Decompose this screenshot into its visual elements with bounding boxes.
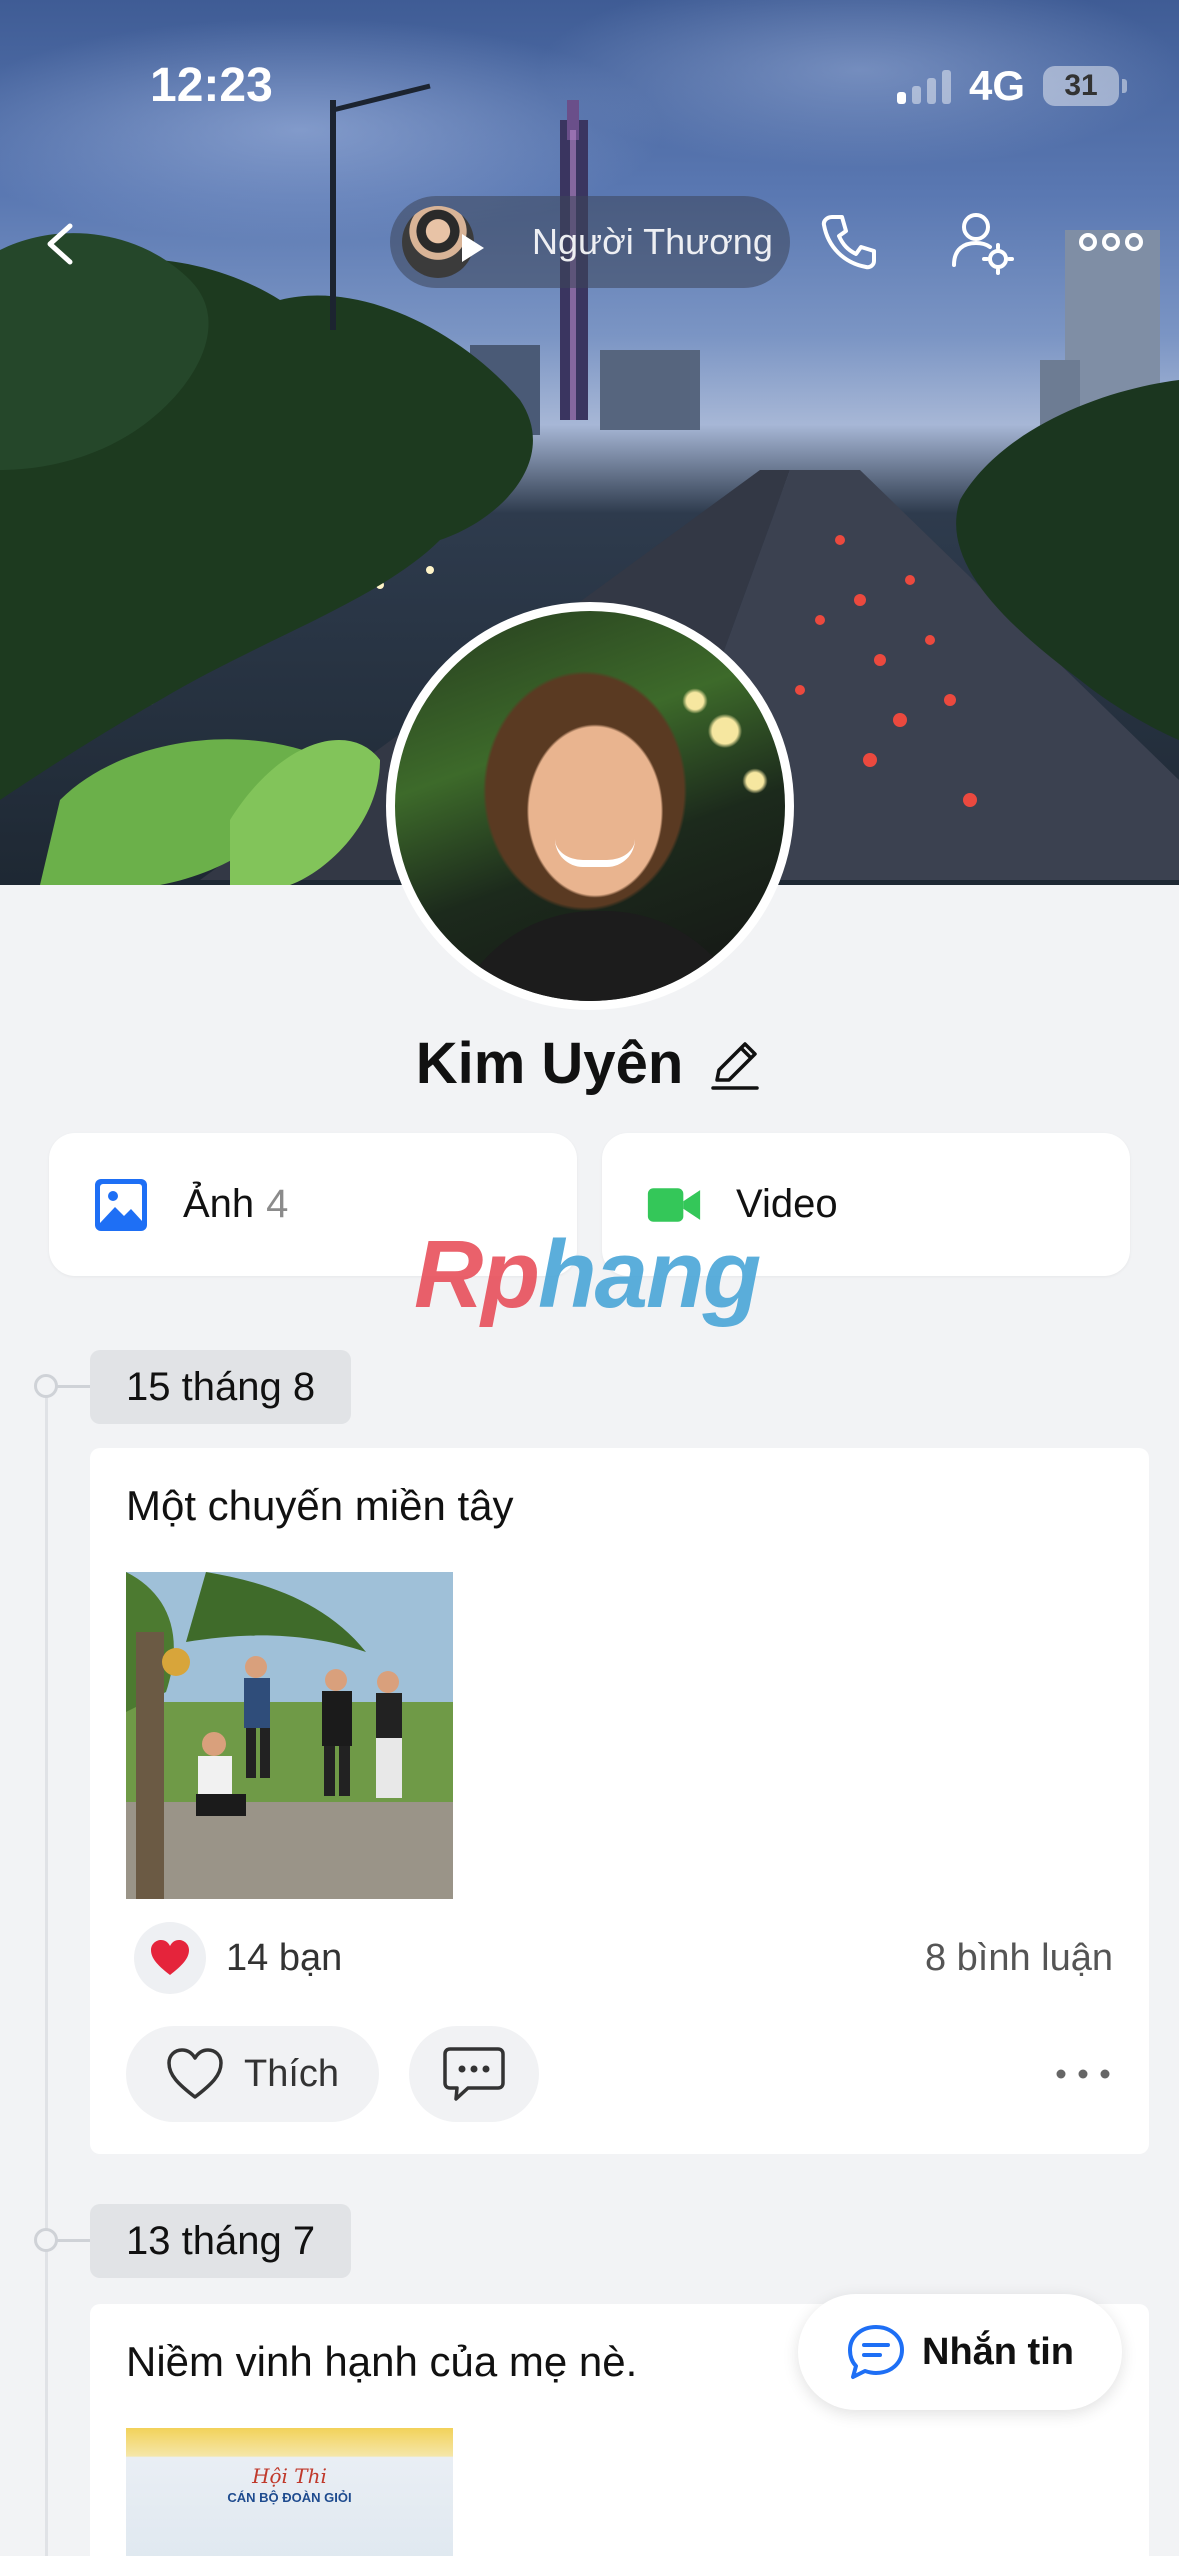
post-photo-scene [126,1572,453,1899]
network-type: 4G [968,62,1025,109]
profile-name-row: Kim Uyên [0,1030,1179,1097]
back-button[interactable] [38,212,86,276]
more-options-button[interactable] [1074,205,1148,279]
avatar-shirt [445,911,755,1001]
profile-song-pill[interactable]: Người Thương [390,196,790,288]
heart-icon [151,1940,189,1975]
photos-label: Ảnh [183,1182,255,1226]
comments-count[interactable]: 8 bình luận [925,1937,1113,1980]
post-date-chip: 13 tháng 7 [90,2204,352,2278]
song-thumbnail [402,206,484,278]
reaction-summary[interactable]: 14 bạn 8 bình luận [134,1922,1113,1994]
message-label: Nhắn tin [922,2330,1074,2373]
post-photo[interactable]: Hội Thi CÁN BỘ ĐOÀN GIỎI [126,2428,453,2556]
chevron-left-icon [47,223,73,265]
watermark-text-b: hang [537,1221,761,1328]
user-settings-icon [952,213,1014,275]
profile-avatar[interactable] [386,602,794,1010]
battery-icon: 31 [1043,66,1127,106]
status-time: 12:23 [150,59,273,112]
banner-title: Hội Thi [252,2464,327,2488]
status-indicators: 4G 31 [896,62,1127,110]
post-date-chip: 15 tháng 8 [90,1350,352,1424]
phone-icon [821,215,876,270]
likes-count: 14 bạn [226,1936,343,1979]
post-actions: Thích [126,2026,1113,2122]
reaction-heart [134,1922,206,1994]
send-message-button[interactable]: Nhắn tin [798,2294,1122,2410]
photos-count: 4 [266,1182,289,1226]
watermark-logo: Rphang [414,1220,761,1330]
more-icon [1079,233,1143,251]
heart-outline-icon [167,2048,223,2099]
play-icon [462,234,484,262]
comment-button[interactable] [409,2026,540,2122]
like-label: Thích [244,2052,340,2095]
call-button[interactable] [812,205,886,279]
timeline-dot [34,2228,90,2252]
post-card[interactable]: Một chuyến miền tây 14 bạn 8 bình luận T… [90,1448,1149,2154]
message-icon [848,2325,904,2379]
timeline-dot [34,1374,90,1398]
battery-level: 31 [1064,69,1098,102]
post-photo[interactable] [126,1572,453,1899]
like-button[interactable]: Thích [126,2026,380,2122]
comment-icon [443,2047,505,2101]
post-text: Một chuyến miền tây [126,1482,514,1529]
post-text: Niềm vinh hạnh của mẹ nè. [126,2338,638,2385]
watermark-text-a: Rp [414,1221,540,1328]
profile-settings-button[interactable] [946,205,1020,279]
avatar-smile [555,839,635,867]
song-title: Người Thương [532,221,773,262]
timeline-line [45,1384,48,2556]
pencil-icon[interactable] [707,1036,763,1092]
banner-subtitle: CÁN BỘ ĐOÀN GIỎI [227,2490,352,2505]
cellular-signal-icon [896,68,951,104]
image-icon [95,1178,147,1231]
post-more-icon[interactable] [1053,2059,1113,2089]
profile-name: Kim Uyên [415,1031,684,1096]
